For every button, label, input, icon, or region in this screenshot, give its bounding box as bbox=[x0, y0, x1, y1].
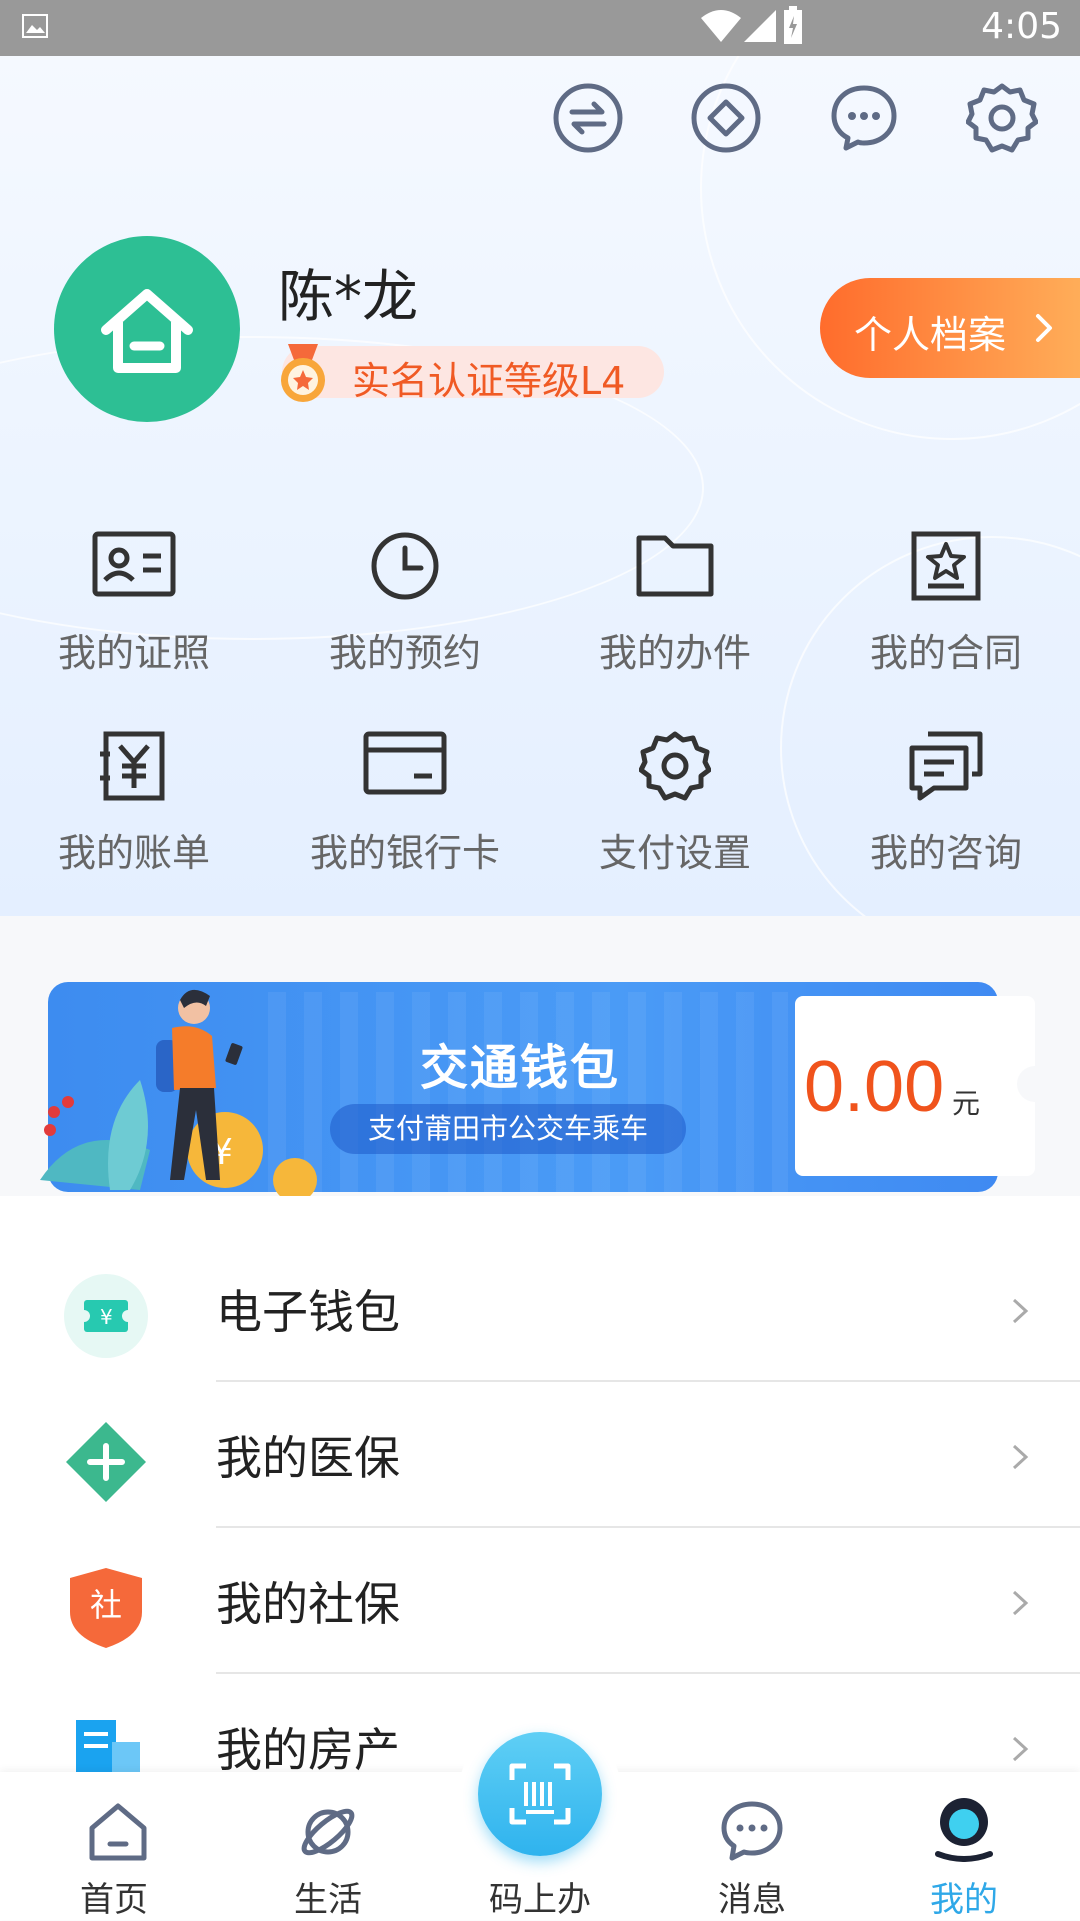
e-wallet-icon: ¥ bbox=[64, 1274, 148, 1358]
grid-label: 我的银行卡 bbox=[309, 831, 500, 875]
list-item-label: 我的社保 bbox=[216, 1577, 400, 1631]
image-notification-icon bbox=[22, 14, 48, 38]
nav-label: 码上办 bbox=[489, 1880, 591, 1920]
grid-payment-settings[interactable]: 支付设置 bbox=[565, 730, 785, 890]
status-bar: 4:05 bbox=[0, 0, 1080, 56]
clock-time: 4:05 bbox=[981, 6, 1062, 47]
chat-icon[interactable] bbox=[828, 82, 900, 154]
grid-my-appointments[interactable]: 我的预约 bbox=[295, 530, 515, 690]
list-item-social-security[interactable]: 社 我的社保 bbox=[0, 1528, 1080, 1674]
grid-my-bank-cards[interactable]: 我的银行卡 bbox=[295, 730, 515, 890]
chevron-right-icon bbox=[1012, 1444, 1029, 1470]
wallet-balance: 0.00 bbox=[804, 1047, 945, 1127]
nav-messages[interactable]: 消息 bbox=[644, 1772, 860, 1920]
chevron-right-icon bbox=[1036, 314, 1052, 342]
cert-level-text: 实名认证等级L4 bbox=[352, 359, 626, 403]
signal-icon bbox=[744, 10, 776, 42]
clock-icon bbox=[371, 532, 439, 600]
nav-label: 消息 bbox=[718, 1880, 786, 1920]
folder-icon bbox=[636, 535, 714, 597]
chevron-right-icon bbox=[1012, 1736, 1029, 1762]
home-avatar-icon bbox=[101, 289, 193, 373]
grid-label: 我的账单 bbox=[57, 831, 210, 875]
consult-icon bbox=[909, 731, 983, 801]
user-name: 陈*龙 bbox=[278, 265, 418, 330]
diamond-icon[interactable] bbox=[690, 82, 762, 154]
scan-code-icon bbox=[509, 1763, 571, 1825]
grid-my-contracts[interactable]: 我的合同 bbox=[836, 530, 1056, 690]
avatar[interactable] bbox=[54, 236, 240, 422]
social-security-glyph: 社 bbox=[90, 1586, 123, 1624]
bank-card-icon bbox=[363, 731, 447, 795]
nav-label-active: 我的 bbox=[930, 1880, 998, 1920]
bill-icon bbox=[100, 731, 165, 801]
list-item-label: 我的医保 bbox=[216, 1431, 400, 1485]
grid-label: 我的合同 bbox=[869, 631, 1022, 675]
personal-archive-label: 个人档案 bbox=[854, 313, 1007, 357]
svg-text:¥: ¥ bbox=[100, 1305, 113, 1329]
nav-life[interactable]: 生活 bbox=[220, 1772, 436, 1920]
list-item-medical-insurance[interactable]: 我的医保 bbox=[0, 1382, 1080, 1528]
id-card-icon bbox=[92, 531, 176, 597]
list-item-label: 我的房产 bbox=[216, 1723, 400, 1777]
scan-code-button[interactable] bbox=[478, 1732, 602, 1856]
grid-my-cases[interactable]: 我的办件 bbox=[565, 530, 785, 690]
nav-home[interactable]: 首页 bbox=[6, 1772, 222, 1920]
nav-label: 生活 bbox=[294, 1880, 362, 1920]
personal-archive-button[interactable]: 个人档案 bbox=[820, 278, 1080, 378]
wifi-icon bbox=[701, 10, 741, 42]
grid-label: 我的咨询 bbox=[869, 831, 1022, 875]
grid-my-licenses[interactable]: 我的证照 bbox=[24, 530, 244, 690]
grid-label: 我的证照 bbox=[57, 631, 210, 675]
message-icon bbox=[721, 1801, 783, 1861]
grid-label: 我的预约 bbox=[328, 631, 481, 675]
wallet-title: 交通钱包 bbox=[420, 1040, 621, 1096]
wallet-unit: 元 bbox=[952, 1087, 981, 1120]
traveler-illustration: ¥ bbox=[40, 989, 317, 1196]
transfer-icon[interactable] bbox=[552, 82, 624, 154]
nav-mine[interactable]: 我的 bbox=[856, 1772, 1072, 1920]
settings-icon[interactable] bbox=[966, 82, 1038, 154]
nav-label: 首页 bbox=[80, 1880, 148, 1920]
home-icon bbox=[89, 1803, 147, 1861]
contract-icon bbox=[911, 531, 981, 601]
grid-label: 我的办件 bbox=[598, 631, 751, 675]
wallet-subtitle: 支付莆田市公交车乘车 bbox=[330, 1104, 686, 1154]
grid-label: 支付设置 bbox=[598, 831, 751, 875]
chevron-right-icon bbox=[1012, 1590, 1029, 1616]
medical-insurance-icon bbox=[66, 1422, 146, 1502]
list-item-e-wallet[interactable]: ¥ 电子钱包 bbox=[0, 1236, 1080, 1382]
profile-icon bbox=[935, 1798, 993, 1862]
grid-my-consultations[interactable]: 我的咨询 bbox=[836, 730, 1056, 890]
chevron-right-icon bbox=[1012, 1298, 1029, 1324]
medal-icon bbox=[281, 344, 325, 402]
battery-icon bbox=[784, 6, 802, 44]
gear-icon bbox=[639, 731, 711, 801]
planet-icon bbox=[301, 1808, 355, 1856]
list-item-label: 电子钱包 bbox=[216, 1285, 400, 1339]
grid-my-bills[interactable]: 我的账单 bbox=[24, 730, 244, 890]
